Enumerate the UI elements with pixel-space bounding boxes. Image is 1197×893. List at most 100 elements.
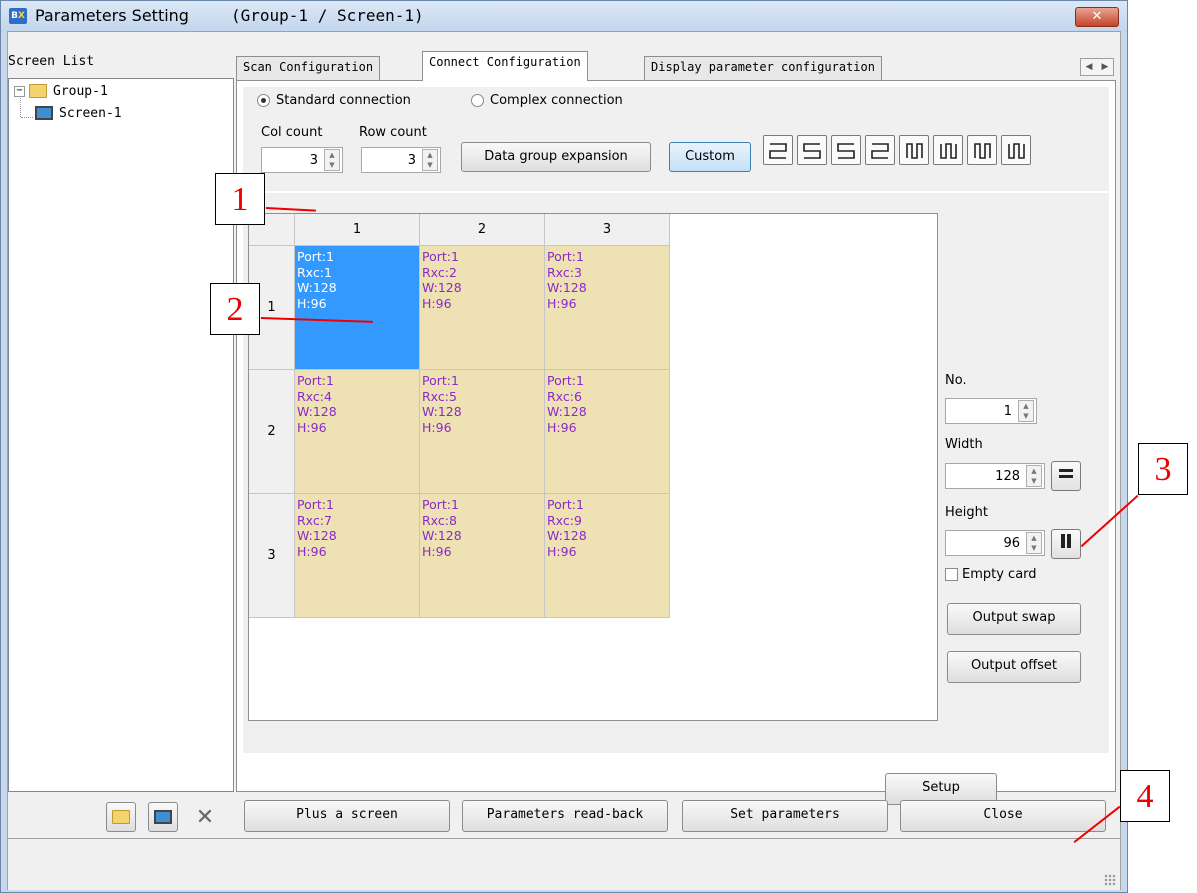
- standard-connection-label: Standard connection: [276, 93, 411, 108]
- delete-icon: ✕: [195, 804, 215, 830]
- close-icon[interactable]: ✕: [1075, 7, 1119, 27]
- add-screen-icon-button[interactable]: [148, 802, 178, 832]
- cell-rxc-text: Rxc:7: [297, 512, 332, 528]
- spinner-arrows-icon[interactable]: ▲ ▼: [422, 149, 438, 171]
- cell-h-text: H:96: [297, 419, 327, 435]
- cell-h-text: H:96: [422, 295, 452, 311]
- column-header: 3: [545, 214, 670, 246]
- open-folder-button[interactable]: [106, 802, 136, 832]
- snake-reverse-left-icon[interactable]: [831, 135, 861, 165]
- row-count-label: Row count: [359, 125, 427, 140]
- cell-port-text: Port:1: [297, 497, 334, 512]
- no-value[interactable]: 1: [946, 404, 1018, 419]
- tab-scroll-buttons[interactable]: ◀ ▶: [1080, 58, 1114, 76]
- spinner-arrows-icon[interactable]: ▲ ▼: [1018, 400, 1034, 422]
- receiving-card-cell[interactable]: Port:1 Rxc:7 W:128 H:96: [295, 494, 420, 618]
- window-title: Parameters Setting: [35, 6, 189, 25]
- tab-scan-configuration[interactable]: Scan Configuration: [236, 56, 381, 80]
- collapse-icon[interactable]: −: [14, 85, 25, 97]
- app-logo-icon: BX: [9, 8, 27, 24]
- snake-left-icon[interactable]: [763, 135, 793, 165]
- horizontal-lines-icon[interactable]: [1051, 461, 1081, 491]
- resize-grip-icon[interactable]: [1104, 874, 1116, 886]
- checkbox-icon[interactable]: [945, 568, 958, 581]
- cell-port-text: Port:1: [547, 373, 584, 388]
- column-header: 2: [420, 214, 545, 246]
- receiving-card-cell[interactable]: Port:1 Rxc:6 W:128 H:96: [545, 370, 670, 494]
- folder-icon: [112, 810, 130, 824]
- tree-item-screen-1[interactable]: Screen-1: [35, 103, 122, 123]
- cell-w-text: W:128: [547, 528, 587, 543]
- cell-w-text: W:128: [547, 404, 587, 419]
- cell-port-text: Port:1: [547, 497, 584, 512]
- receiving-card-cell[interactable]: Port:1 Rxc:2 W:128 H:96: [420, 246, 545, 370]
- output-swap-button[interactable]: Output swap: [947, 603, 1081, 635]
- row-count-value[interactable]: 3: [362, 153, 422, 168]
- annotation-label: 3: [1138, 443, 1188, 495]
- bottom-toolbar: ✕ Plus a screen Parameters read-back Set…: [8, 796, 1120, 836]
- tab-connect-configuration[interactable]: Connect Configuration: [422, 51, 588, 81]
- screen-list-tree[interactable]: − Group-1 Screen-1: [8, 78, 234, 792]
- dialog-client: Screen List − Group-1 Screen-1 Scan Conf…: [7, 31, 1121, 890]
- cell-w-text: W:128: [547, 280, 587, 295]
- complex-connection-radio[interactable]: Complex connection: [471, 93, 623, 108]
- spinner-arrows-icon[interactable]: ▲ ▼: [1026, 465, 1042, 487]
- annotation-label: 4: [1120, 770, 1170, 822]
- snake-up-icon[interactable]: [899, 135, 929, 165]
- complex-connection-label: Complex connection: [490, 93, 623, 108]
- close-button[interactable]: Close: [900, 800, 1106, 832]
- parameters-read-back-button[interactable]: Parameters read-back: [462, 800, 668, 832]
- plus-screen-button[interactable]: Plus a screen: [244, 800, 450, 832]
- custom-button[interactable]: Custom: [669, 142, 751, 172]
- spinner-arrows-icon[interactable]: ▲ ▼: [324, 149, 340, 171]
- standard-connection-radio[interactable]: Standard connection: [257, 93, 411, 108]
- row-header: 3: [249, 494, 295, 618]
- set-parameters-button[interactable]: Set parameters: [682, 800, 888, 832]
- receiving-card-grid[interactable]: 1 2 3 1 2 3 Port:1 Rxc:1 W:128 H:96 Port:1 Rx…: [248, 213, 938, 721]
- output-offset-button[interactable]: Output offset: [947, 651, 1081, 683]
- tab-display-parameter-configuration[interactable]: Display parameter configuration: [644, 56, 882, 80]
- data-group-expansion-button[interactable]: Data group expansion: [461, 142, 651, 172]
- snake-down-alt-icon[interactable]: [1001, 135, 1031, 165]
- window-subtitle: (Group-1 / Screen-1): [231, 6, 424, 25]
- cell-port-text: Port:1: [547, 249, 584, 264]
- vertical-bars-icon[interactable]: [1051, 529, 1081, 559]
- row-count-spinner[interactable]: 3 ▲ ▼: [361, 147, 441, 173]
- tab-scroll-right-icon[interactable]: ▶: [1097, 59, 1113, 75]
- width-spinner[interactable]: 128 ▲ ▼: [945, 463, 1045, 489]
- snake-reverse-right-icon[interactable]: [865, 135, 895, 165]
- spinner-arrows-icon[interactable]: ▲ ▼: [1026, 532, 1042, 554]
- radio-selected-icon: [257, 94, 270, 107]
- empty-card-checkbox[interactable]: Empty card: [945, 567, 1037, 582]
- col-count-value[interactable]: 3: [262, 153, 324, 168]
- snake-right-icon[interactable]: [797, 135, 827, 165]
- col-count-spinner[interactable]: 3 ▲ ▼: [261, 147, 343, 173]
- width-value[interactable]: 128: [946, 469, 1026, 484]
- tab-scroll-left-icon[interactable]: ◀: [1081, 59, 1097, 75]
- receiving-card-cell[interactable]: Port:1 Rxc:1 W:128 H:96: [295, 246, 420, 370]
- tree-item-group-1[interactable]: − Group-1: [14, 81, 108, 101]
- tree-item-label: Screen-1: [59, 105, 122, 121]
- row-header: 2: [249, 370, 295, 494]
- no-spinner[interactable]: 1 ▲ ▼: [945, 398, 1037, 424]
- cell-w-text: W:128: [422, 528, 462, 543]
- radio-unselected-icon: [471, 94, 484, 107]
- receiving-card-cell[interactable]: Port:1 Rxc:3 W:128 H:96: [545, 246, 670, 370]
- cell-rxc-text: Rxc:2: [422, 264, 457, 280]
- cell-h-text: H:96: [547, 419, 577, 435]
- height-value[interactable]: 96: [946, 536, 1026, 551]
- receiving-card-cell[interactable]: Port:1 Rxc:5 W:128 H:96: [420, 370, 545, 494]
- cell-rxc-text: Rxc:3: [547, 264, 582, 280]
- cell-h-text: H:96: [547, 295, 577, 311]
- cell-port-text: Port:1: [297, 249, 334, 264]
- receiving-card-cell[interactable]: Port:1 Rxc:9 W:128 H:96: [545, 494, 670, 618]
- delete-button[interactable]: ✕: [190, 802, 220, 832]
- receiving-card-cell[interactable]: Port:1 Rxc:8 W:128 H:96: [420, 494, 545, 618]
- cell-port-text: Port:1: [297, 373, 334, 388]
- snake-up-alt-icon[interactable]: [967, 135, 997, 165]
- snake-down-icon[interactable]: [933, 135, 963, 165]
- height-spinner[interactable]: 96 ▲ ▼: [945, 530, 1045, 556]
- receiving-card-cell[interactable]: Port:1 Rxc:4 W:128 H:96: [295, 370, 420, 494]
- width-label: Width: [945, 437, 983, 452]
- cell-w-text: W:128: [422, 404, 462, 419]
